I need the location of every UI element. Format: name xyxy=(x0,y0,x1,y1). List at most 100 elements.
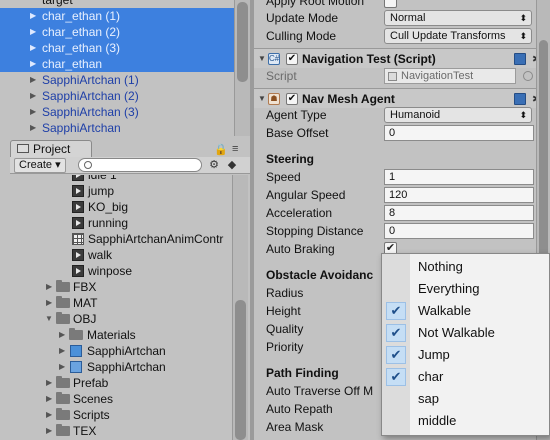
hierarchy-item[interactable]: ▶ char_ethan (2) xyxy=(0,24,234,40)
expand-arrow-icon[interactable]: ▶ xyxy=(30,88,36,104)
project-item-label: FBX xyxy=(73,280,97,294)
expand-arrow-icon[interactable]: ▶ xyxy=(46,295,52,311)
collapse-arrow-icon[interactable]: ▼ xyxy=(45,311,53,327)
area-mask-option[interactable]: sap xyxy=(382,388,549,410)
area-mask-option[interactable]: Everything xyxy=(382,278,549,300)
height-label: Height xyxy=(266,304,301,318)
help-book-icon[interactable] xyxy=(514,53,526,65)
folder-icon xyxy=(56,296,70,308)
agent-type-dropdown[interactable]: Humanoid ⬍ xyxy=(384,107,532,123)
expand-arrow-icon[interactable]: ▶ xyxy=(30,104,36,120)
expand-arrow-icon[interactable]: ▶ xyxy=(59,327,65,343)
expand-arrow-icon[interactable]: ▶ xyxy=(46,391,52,407)
expand-arrow-icon[interactable]: ▶ xyxy=(59,343,65,359)
area-mask-option[interactable]: middle xyxy=(382,410,549,432)
acceleration-row: Acceleration 8 xyxy=(254,204,550,222)
update-mode-dropdown[interactable]: Normal ⬍ xyxy=(384,10,532,26)
expand-arrow-icon[interactable]: ▶ xyxy=(46,423,52,439)
hierarchy-item-label: char_ethan (3) xyxy=(42,41,121,55)
area-mask-option-label: middle xyxy=(418,413,457,428)
create-button[interactable]: Create ▾ xyxy=(14,158,66,173)
hierarchy-item-label: SapphiArtchan (3) xyxy=(42,105,139,119)
lock-icon[interactable]: 🔒 xyxy=(214,143,228,156)
area-mask-option[interactable]: Nothing xyxy=(382,256,549,278)
dropdown-caret-icon: ⬍ xyxy=(519,31,527,41)
stopping-distance-row: Stopping Distance 0 xyxy=(254,222,550,240)
hierarchy-item[interactable]: ▶ SapphiArtchan (2) xyxy=(0,88,234,104)
help-book-icon[interactable] xyxy=(514,93,526,105)
create-label: Create xyxy=(19,159,53,171)
speed-label: Speed xyxy=(266,170,301,184)
object-picker-icon[interactable] xyxy=(523,71,533,81)
animation-clip-icon xyxy=(72,217,84,229)
expand-arrow-icon[interactable]: ▶ xyxy=(30,24,36,40)
area-mask-option[interactable]: ✔ Walkable xyxy=(382,300,549,322)
script-value: NavigationTest xyxy=(401,70,474,82)
auto-braking-label: Auto Braking xyxy=(266,242,335,256)
project-item-label: Scenes xyxy=(73,392,114,406)
area-mask-option[interactable]: ✔ Jump xyxy=(382,344,549,366)
folder-icon xyxy=(69,328,83,340)
project-scrollbar[interactable] xyxy=(232,175,248,440)
project-item-label: idle 1 xyxy=(88,175,117,182)
project-item-label: Scripts xyxy=(73,408,110,422)
checkmark-icon: ✔ xyxy=(386,368,406,386)
area-mask-label: Area Mask xyxy=(266,420,324,434)
inspector-scroll-thumb[interactable] xyxy=(539,40,548,260)
apply-root-motion-checkbox[interactable] xyxy=(384,0,397,8)
collapse-arrow-icon[interactable]: ▼ xyxy=(258,49,266,69)
menu-icon[interactable]: ≡ xyxy=(232,143,238,155)
search-input[interactable] xyxy=(78,158,202,172)
filter-label-icon[interactable]: ◆ xyxy=(224,158,240,173)
hierarchy-item[interactable]: ▶ SapphiArtchan xyxy=(0,120,234,136)
stopping-distance-field[interactable]: 0 xyxy=(384,223,534,239)
prefab-icon xyxy=(70,361,82,373)
expand-arrow-icon[interactable]: ▶ xyxy=(30,40,36,56)
nav-mesh-agent-icon: ☗ xyxy=(268,93,280,105)
navigation-test-enabled-checkbox[interactable]: ✔ xyxy=(286,53,298,65)
folder-icon xyxy=(56,392,70,404)
agent-type-row: Agent Type Humanoid ⬍ xyxy=(254,106,550,124)
script-field[interactable]: NavigationTest xyxy=(384,68,533,84)
folder-tab-icon xyxy=(17,144,29,153)
nav-mesh-agent-enabled-checkbox[interactable]: ✔ xyxy=(286,93,298,105)
hierarchy-scroll-thumb[interactable] xyxy=(237,2,248,82)
navigation-test-header[interactable]: ▼ C# ✔ Navigation Test (Script) ✱ xyxy=(254,48,550,68)
project-scroll-thumb[interactable] xyxy=(235,300,246,440)
expand-arrow-icon[interactable]: ▶ xyxy=(46,407,52,423)
tab-project[interactable]: Project xyxy=(10,140,92,157)
hierarchy-item[interactable]: target xyxy=(0,0,234,8)
project-item-label: OBJ xyxy=(73,312,97,326)
expand-arrow-icon[interactable]: ▶ xyxy=(30,72,36,88)
expand-arrow-icon[interactable]: ▶ xyxy=(46,279,52,295)
folder-icon xyxy=(56,376,70,388)
project-item-label: SapphiArtchan xyxy=(87,344,166,358)
base-offset-field[interactable]: 0 xyxy=(384,125,534,141)
acceleration-field[interactable]: 8 xyxy=(384,205,534,221)
project-item-label: SapphiArtchanAnimContr xyxy=(88,232,224,246)
hierarchy-item[interactable]: ▶ char_ethan (3) xyxy=(0,40,234,56)
nav-mesh-agent-header[interactable]: ▼ ☗ ✔ Nav Mesh Agent ✱ xyxy=(254,88,550,108)
hierarchy-item[interactable]: ▶ SapphiArtchan (1) xyxy=(0,72,234,88)
radius-label: Radius xyxy=(266,286,304,300)
culling-mode-row: Culling Mode Cull Update Transforms ⬍ xyxy=(254,27,550,45)
folder-icon xyxy=(56,312,70,324)
base-offset-label: Base Offset xyxy=(266,126,329,140)
expand-arrow-icon[interactable]: ▶ xyxy=(46,375,52,391)
expand-arrow-icon[interactable]: ▶ xyxy=(30,120,36,136)
hierarchy-item[interactable]: ▶ SapphiArtchan (3) xyxy=(0,104,234,120)
area-mask-option[interactable]: ✔ char xyxy=(382,366,549,388)
culling-mode-dropdown[interactable]: Cull Update Transforms ⬍ xyxy=(384,28,532,44)
area-mask-option[interactable]: ✔ Not Walkable xyxy=(382,322,549,344)
hierarchy-item[interactable]: ▶ char_ethan xyxy=(0,56,234,72)
expand-arrow-icon[interactable]: ▶ xyxy=(59,359,65,375)
expand-arrow-icon[interactable]: ▶ xyxy=(30,8,36,24)
hierarchy-scrollbar[interactable] xyxy=(234,0,250,136)
hierarchy-item[interactable]: ▶ char_ethan (1) xyxy=(0,8,234,24)
area-mask-option-label: Jump xyxy=(418,347,450,362)
angular-speed-field[interactable]: 120 xyxy=(384,187,534,203)
speed-field[interactable]: 1 xyxy=(384,169,534,185)
hierarchy-item-label: char_ethan xyxy=(42,57,103,71)
filter-type-icon[interactable]: ⚙ xyxy=(206,158,222,173)
expand-arrow-icon[interactable]: ▶ xyxy=(30,56,36,72)
